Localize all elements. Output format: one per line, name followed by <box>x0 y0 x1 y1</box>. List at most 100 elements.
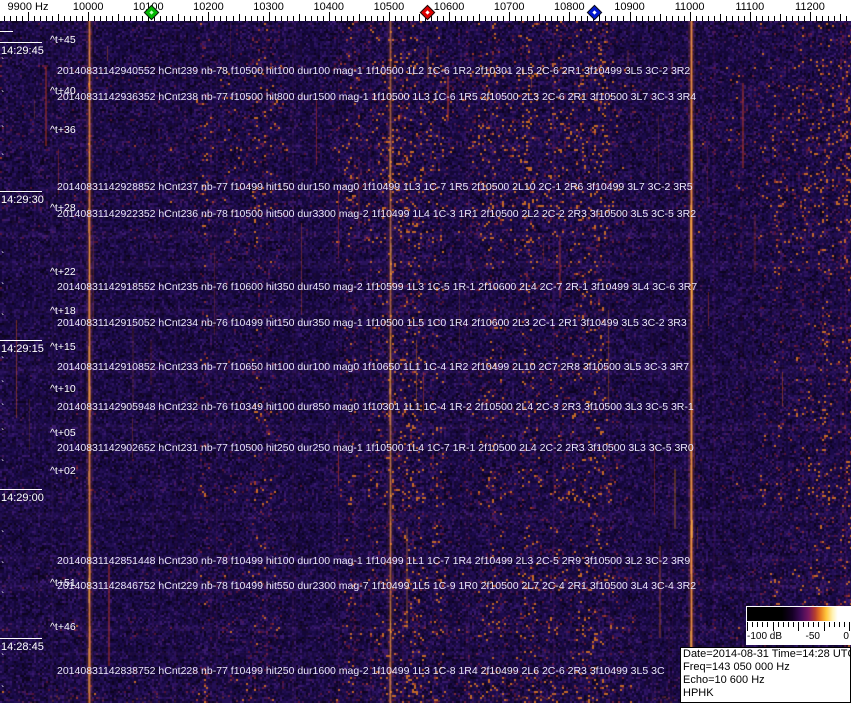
freq-ruler-tick <box>274 16 276 21</box>
freq-ruler-tick <box>659 14 661 21</box>
freq-ruler-tick <box>731 16 733 21</box>
freq-ruler-tick <box>328 12 330 21</box>
db-label-min: -100 dB <box>747 631 783 642</box>
freq-ruler-tick <box>737 16 739 21</box>
freq-ruler-tick <box>64 16 66 21</box>
freq-ruler-tick <box>467 16 469 21</box>
freq-ruler-tick <box>821 16 823 21</box>
freq-ruler-tick <box>827 16 829 21</box>
db-scale-tick <box>823 622 825 631</box>
freq-ruler-tick <box>136 16 138 21</box>
freq-ruler-tick <box>286 16 288 21</box>
freq-ruler-tick <box>749 12 751 21</box>
db-scale-tick <box>813 622 815 627</box>
freq-ruler-tick <box>94 16 96 21</box>
freq-ruler-tick <box>370 16 372 21</box>
freq-ruler-tick <box>220 16 222 21</box>
db-scale-tick <box>818 622 820 627</box>
freq-ruler-tick <box>803 16 805 21</box>
freq-ruler-tick <box>647 16 649 21</box>
freq-ruler-tick <box>455 16 457 21</box>
freq-ruler-tick <box>112 16 114 21</box>
db-scale-tick <box>777 622 779 627</box>
freq-ruler-tick <box>304 16 306 21</box>
freq-ruler-tick <box>515 16 517 21</box>
freq-ruler-tick <box>653 16 655 21</box>
freq-ruler-tick <box>617 16 619 21</box>
freq-ruler-tick <box>130 16 132 21</box>
freq-ruler-tick <box>671 16 673 21</box>
db-label-max: 0 <box>843 631 849 642</box>
db-scale-tick <box>798 622 799 631</box>
freq-ruler-tick <box>791 16 793 21</box>
freq-ruler-tick <box>461 16 463 21</box>
freq-ruler-tick <box>449 12 451 21</box>
freq-ruler-tick <box>521 16 523 21</box>
freq-ruler-tick <box>846 16 848 21</box>
freq-ruler-tick <box>701 16 703 21</box>
freq-ruler-tick <box>431 16 432 21</box>
db-scale-tick <box>757 622 759 627</box>
freq-ruler-tick <box>581 16 583 21</box>
freq-ruler-tick <box>635 16 637 21</box>
freq-ruler-tick <box>250 16 252 21</box>
freq-ruler-tick <box>21 16 23 21</box>
freq-ruler-tick <box>352 16 354 21</box>
freq-ruler-tick <box>382 16 384 21</box>
freq-ruler-tick <box>178 14 180 21</box>
freq-ruler-tick <box>725 16 727 21</box>
freq-ruler-tick <box>575 16 577 21</box>
freq-ruler-tick <box>316 16 318 21</box>
db-scale-tick <box>833 622 835 627</box>
db-scale-tick <box>803 622 805 627</box>
spectrogram-canvas[interactable] <box>0 21 851 703</box>
db-scale-tick <box>849 622 850 631</box>
info-frequency: Freq=143 050 000 Hz <box>683 661 790 673</box>
freq-ruler-tick <box>3 16 5 21</box>
freq-ruler-tick <box>202 16 204 21</box>
freq-ruler-tick <box>394 16 396 21</box>
freq-ruler-tick <box>569 12 571 21</box>
freq-ruler-tick <box>473 16 475 21</box>
freq-ruler-tick <box>100 16 102 21</box>
freq-ruler-tick <box>292 16 294 21</box>
db-scale-ticks <box>747 622 850 631</box>
freq-ruler-tick <box>340 16 342 21</box>
db-scale-tick <box>762 622 764 627</box>
freq-ruler-tick <box>563 16 565 21</box>
info-echo-frequency: Echo=10 600 Hz <box>683 674 765 686</box>
freq-ruler-tick <box>797 16 799 21</box>
freq-ruler-tick <box>815 16 817 21</box>
freq-ruler-tick <box>665 16 667 21</box>
freq-ruler-tick <box>256 16 258 21</box>
db-scale-tick <box>747 622 748 631</box>
freq-ruler-tick <box>142 16 144 21</box>
freq-ruler-tick <box>713 16 715 21</box>
freq-ruler-tick <box>400 16 402 21</box>
freq-ruler-tick <box>88 12 90 21</box>
freq-ruler-tick <box>761 16 763 21</box>
db-scale-tick <box>808 622 810 627</box>
freq-ruler-tick <box>58 14 60 21</box>
freq-ruler-tick <box>172 16 174 21</box>
freq-ruler-tick <box>226 16 228 21</box>
freq-ruler-tick <box>809 12 811 21</box>
freq-ruler-tick <box>184 16 186 21</box>
freq-ruler-tick <box>779 14 781 21</box>
freq-ruler-tick <box>641 16 643 21</box>
status-info-box: Date=2014-08-31 Time=14:28 UTC Freq=143 … <box>680 647 851 703</box>
freq-ruler-tick <box>376 16 378 21</box>
freq-ruler-tick <box>232 16 234 21</box>
db-scale-tick <box>782 622 784 627</box>
freq-ruler-tick <box>358 14 360 21</box>
db-scale-tick <box>787 622 789 627</box>
freq-ruler-tick <box>533 16 535 21</box>
freq-ruler-tick <box>118 14 120 21</box>
db-scale-tick <box>838 622 840 627</box>
freq-ruler-tick <box>160 16 162 21</box>
freq-ruler-tick <box>196 16 198 21</box>
freq-ruler-tick <box>15 16 17 21</box>
freq-ruler-tick <box>280 16 282 21</box>
freq-ruler-tick <box>545 16 547 21</box>
db-scale-tick <box>828 622 830 627</box>
